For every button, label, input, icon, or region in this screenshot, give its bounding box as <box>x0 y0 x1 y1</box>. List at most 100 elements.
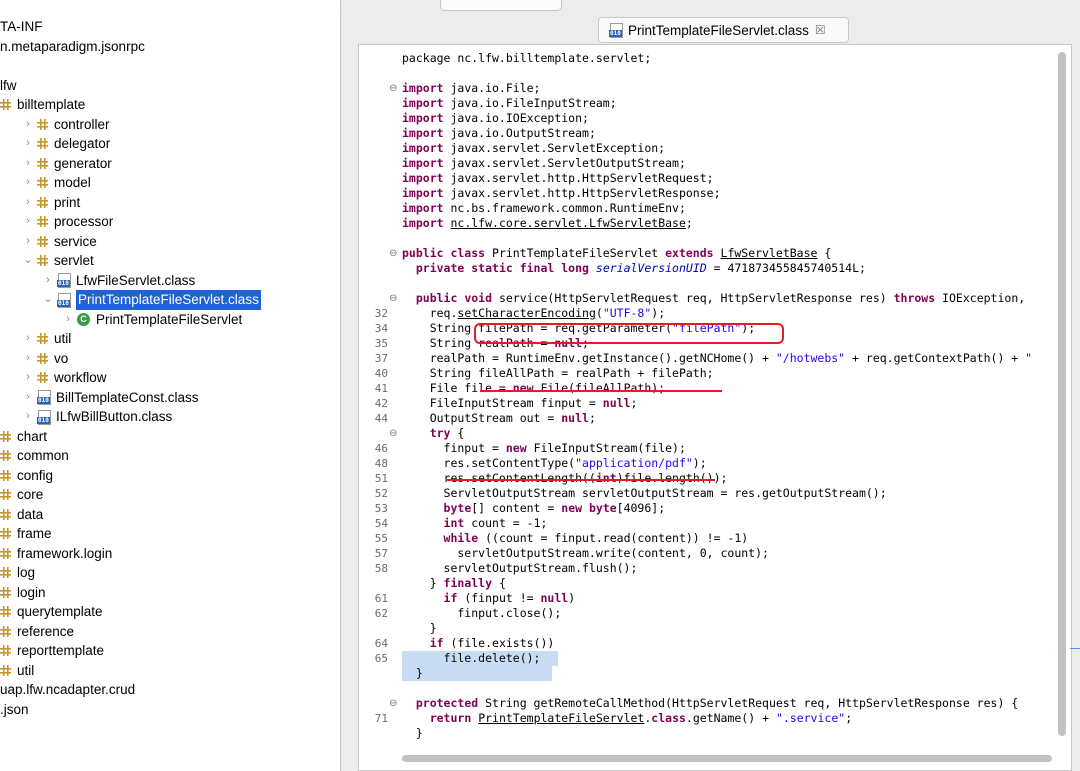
chevron-down-icon[interactable]: ⌄ <box>42 290 54 310</box>
tree-item[interactable]: › delegator <box>22 134 110 154</box>
code-line[interactable]: package nc.lfw.billtemplate.servlet; <box>402 51 651 66</box>
tree-item[interactable]: chart <box>0 427 47 447</box>
code-line[interactable]: file.delete(); <box>402 651 541 666</box>
tree-item[interactable]: ⌄ servlet <box>22 251 93 271</box>
code-line[interactable]: import javax.servlet.http.HttpServletRes… <box>402 186 721 201</box>
code-line[interactable]: File file = new File(fileAllPath); <box>402 381 665 396</box>
tree-item[interactable]: ⌄ 010 PrintTemplateFileServlet.class <box>42 290 261 310</box>
tree-item[interactable]: data <box>0 505 43 525</box>
tree-item[interactable]: uap.lfw.ncadapter.crud <box>0 680 135 700</box>
code-line[interactable]: import nc.lfw.core.servlet.LfwServletBas… <box>402 216 693 231</box>
fold-toggle-icon[interactable]: ⊖ <box>389 426 397 441</box>
chevron-right-icon[interactable]: › <box>22 193 34 213</box>
tree-item[interactable]: › model <box>22 173 91 193</box>
fold-toggle-icon[interactable]: ⊖ <box>389 696 397 711</box>
chevron-right-icon[interactable]: › <box>22 212 34 232</box>
tree-item[interactable]: TA-INF <box>0 17 43 37</box>
tree-item[interactable]: .json <box>0 700 29 720</box>
tree-item[interactable]: lfw <box>0 76 17 96</box>
tree-item[interactable]: › 010 LfwFileServlet.class <box>42 271 195 291</box>
code-line[interactable]: import javax.servlet.ServletException; <box>402 141 665 156</box>
chevron-right-icon[interactable]: › <box>22 407 34 427</box>
tree-item[interactable]: common <box>0 446 69 466</box>
code-line[interactable]: public void service(HttpServletRequest r… <box>402 291 1025 306</box>
code-line[interactable]: import java.io.FileInputStream; <box>402 96 617 111</box>
chevron-right-icon[interactable]: › <box>22 173 34 193</box>
tree-item[interactable]: reporttemplate <box>0 641 104 661</box>
tree-item[interactable]: › processor <box>22 212 113 232</box>
chevron-right-icon[interactable]: › <box>22 388 34 408</box>
tree-item[interactable]: billtemplate <box>0 95 85 115</box>
tree-item[interactable]: n.metaparadigm.jsonrpc <box>0 37 145 57</box>
code-line[interactable]: public class PrintTemplateFileServlet ex… <box>402 246 831 261</box>
tree-item[interactable]: querytemplate <box>0 602 103 622</box>
horizontal-scrollbar[interactable] <box>402 755 1052 762</box>
code-line[interactable]: if (file.exists()) <box>402 636 555 651</box>
tree-item[interactable]: log <box>0 563 35 583</box>
tree-item[interactable]: › 010 ILfwBillButton.class <box>22 407 172 427</box>
code-line[interactable]: FileInputStream finput = null; <box>402 396 638 411</box>
code-line[interactable]: private static final long serialVersionU… <box>402 261 866 276</box>
code-line[interactable]: import javax.servlet.http.HttpServletReq… <box>402 171 714 186</box>
tree-item[interactable]: config <box>0 466 53 486</box>
code-line[interactable]: finput = new FileInputStream(file); <box>402 441 686 456</box>
code-line[interactable]: String fileAllPath = realPath + filePath… <box>402 366 714 381</box>
code-line[interactable]: } finally { <box>402 576 506 591</box>
chevron-right-icon[interactable]: › <box>42 271 54 291</box>
code-line[interactable]: OutputStream out = null; <box>402 411 596 426</box>
chevron-right-icon[interactable]: › <box>22 154 34 174</box>
close-tab-icon[interactable]: ☒ <box>815 23 826 37</box>
tree-item[interactable]: login <box>0 583 46 603</box>
code-line[interactable]: import java.io.OutputStream; <box>402 126 596 141</box>
code-line[interactable]: if (finput != null) <box>402 591 576 606</box>
tree-item[interactable]: › vo <box>22 349 68 369</box>
tree-item[interactable]: frame <box>0 524 52 544</box>
tree-item[interactable]: reference <box>0 622 74 642</box>
tree-item[interactable]: util <box>0 661 34 681</box>
tree-item[interactable]: › util <box>22 329 71 349</box>
tree-item[interactable]: › generator <box>22 154 112 174</box>
tree-item[interactable]: › C PrintTemplateFileServlet <box>62 310 242 330</box>
code-line[interactable]: import nc.bs.framework.common.RuntimeEnv… <box>402 201 686 216</box>
tree-item[interactable]: framework.login <box>0 544 112 564</box>
code-line[interactable]: realPath = RuntimeEnv.getInstance().getN… <box>402 351 1032 366</box>
fold-toggle-icon[interactable]: ⊖ <box>389 246 397 261</box>
tree-item[interactable]: › print <box>22 193 80 213</box>
code-line[interactable]: } <box>402 621 437 636</box>
chevron-down-icon[interactable]: ⌄ <box>22 251 34 271</box>
code-line[interactable]: finput.close(); <box>402 606 561 621</box>
chevron-right-icon[interactable]: › <box>22 134 34 154</box>
code-line[interactable]: int count = -1; <box>402 516 548 531</box>
chevron-right-icon[interactable]: › <box>62 310 74 330</box>
code-line[interactable]: servletOutputStream.flush(); <box>402 561 638 576</box>
code-line[interactable]: protected String getRemoteCallMethod(Htt… <box>402 696 1018 711</box>
chevron-right-icon[interactable]: › <box>22 368 34 388</box>
tree-item[interactable]: › controller <box>22 115 109 135</box>
quick-access-field[interactable] <box>440 0 562 11</box>
code-line[interactable]: } <box>402 666 423 681</box>
tree-item[interactable]: core <box>0 485 43 505</box>
code-line[interactable]: import java.io.File; <box>402 81 540 96</box>
editor-tab-printtemplatefileservlet[interactable]: 010 PrintTemplateFileServlet.class ☒ <box>598 17 849 43</box>
code-line[interactable]: res.setContentType("application/pdf"); <box>402 456 707 471</box>
code-line[interactable]: return PrintTemplateFileServlet.class.ge… <box>402 711 852 726</box>
fold-toggle-icon[interactable]: ⊖ <box>389 81 397 96</box>
chevron-right-icon[interactable]: › <box>22 232 34 252</box>
code-line[interactable]: while ((count = finput.read(content)) !=… <box>402 531 749 546</box>
code-line[interactable]: byte[] content = new byte[4096]; <box>402 501 666 516</box>
tree-item[interactable]: › workflow <box>22 368 106 388</box>
chevron-right-icon[interactable]: › <box>22 115 34 135</box>
code-line[interactable]: import javax.servlet.ServletOutputStream… <box>402 156 686 171</box>
tree-item[interactable]: › 010 BillTemplateConst.class <box>22 388 199 408</box>
code-line[interactable]: servletOutputStream.write(content, 0, co… <box>402 546 769 561</box>
chevron-right-icon[interactable]: › <box>22 349 34 369</box>
vertical-scrollbar[interactable] <box>1058 52 1066 736</box>
code-line[interactable]: } <box>402 726 423 741</box>
code-line[interactable]: req.setCharacterEncoding("UTF-8"); <box>402 306 665 321</box>
code-line[interactable]: try { <box>402 426 465 441</box>
code-line[interactable]: import java.io.IOException; <box>402 111 589 126</box>
fold-toggle-icon[interactable]: ⊖ <box>389 291 397 306</box>
chevron-right-icon[interactable]: › <box>22 329 34 349</box>
tree-item[interactable]: › service <box>22 232 97 252</box>
code-line[interactable]: ServletOutputStream servletOutputStream … <box>402 486 887 501</box>
